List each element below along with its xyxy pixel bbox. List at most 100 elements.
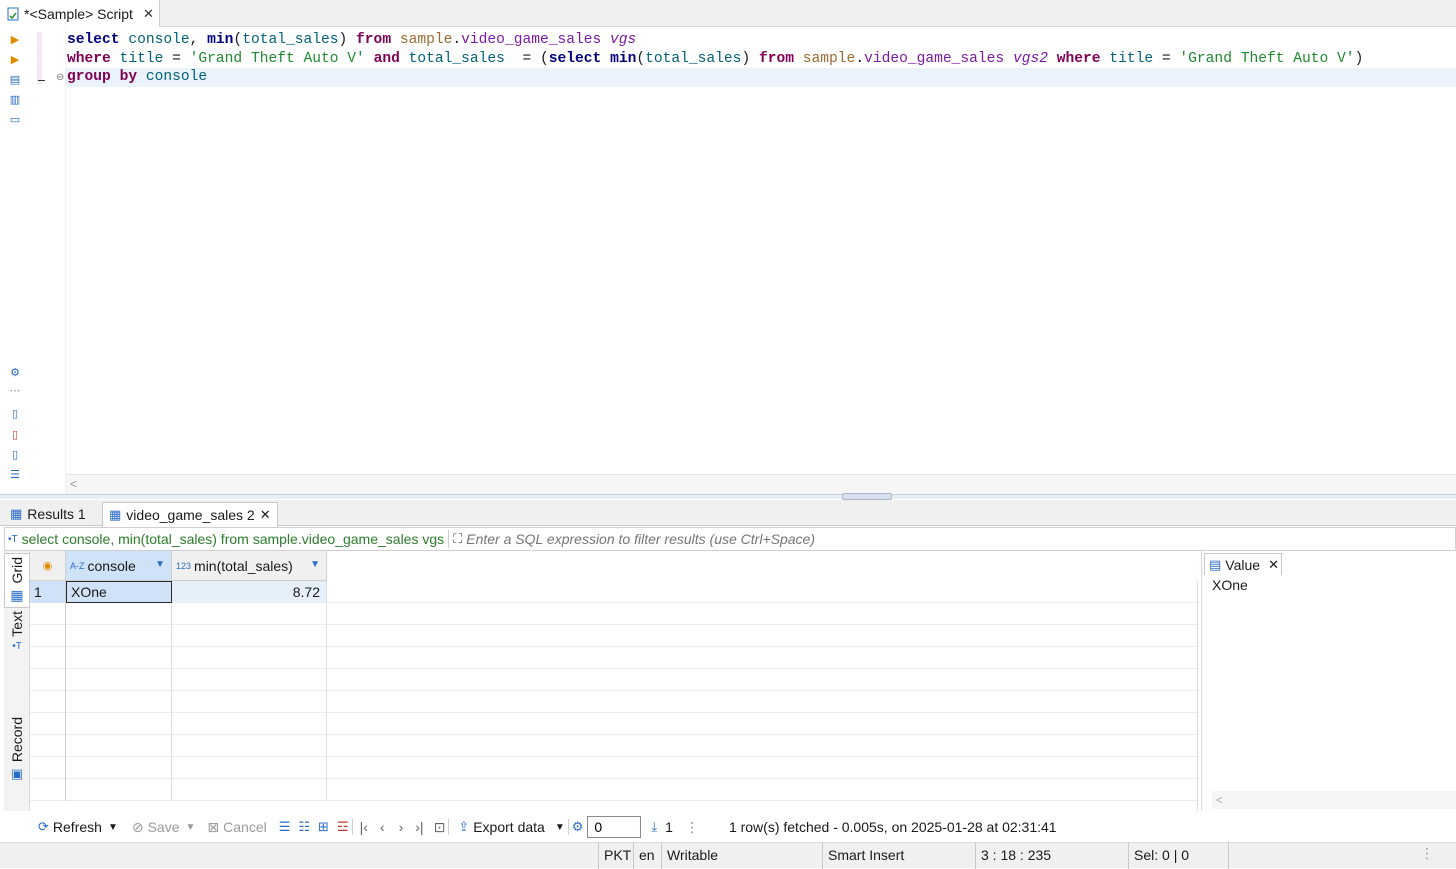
cancel-button[interactable]: ⊠ Cancel — [201, 819, 272, 836]
cancel-icon: ⊠ — [207, 818, 220, 835]
next-page-icon[interactable]: › — [399, 819, 404, 835]
code-token: . — [452, 32, 462, 48]
status-bar: PKT en Writable Smart Insert 3 : 18 : 23… — [0, 842, 1456, 869]
sql-editor[interactable]: select console, min(total_sales) from sa… — [66, 27, 1456, 474]
tab-value[interactable]: ▤ Value ✕ — [1204, 553, 1282, 575]
code-token: where — [1056, 50, 1101, 67]
line-number-gutter — [30, 27, 66, 494]
filter-input[interactable] — [466, 531, 1367, 547]
tab-results-1[interactable]: ▦ Results 1 — [4, 502, 92, 526]
code-token: video_game_sales — [864, 50, 1005, 67]
row-number — [30, 647, 66, 669]
divider — [1228, 843, 1234, 869]
script-error-icon[interactable]: ▯ — [8, 427, 22, 441]
empty-cell — [172, 757, 327, 779]
divider — [448, 819, 450, 835]
code-token: sample — [802, 50, 856, 67]
filter-dropdown-icon[interactable]: ▼ — [310, 559, 320, 570]
column-header-console[interactable]: A-Z console ▼ — [66, 551, 172, 581]
previous-page-icon[interactable]: ‹ — [380, 819, 385, 835]
number-type-icon: 123 — [176, 560, 192, 571]
code-token: ( — [636, 50, 646, 67]
table-row[interactable]: 1 XOne 8.72 — [30, 581, 1199, 603]
cell-min-total-sales[interactable]: 8.72 — [172, 581, 327, 603]
empty-cell — [66, 625, 172, 647]
editor-horizontal-scrollbar[interactable]: < — [66, 474, 1456, 494]
row-number — [30, 625, 66, 647]
resize-grip-icon[interactable]: ⋮ — [1420, 845, 1434, 862]
execute-in-new-tab-icon[interactable]: ▶ — [8, 52, 22, 66]
cursor-line-marker — [38, 80, 45, 81]
result-limit-input[interactable] — [587, 816, 642, 838]
select-all-corner[interactable]: ◉ — [30, 551, 66, 581]
locale-indicator: en — [633, 843, 655, 869]
copy-row-icon[interactable]: ⊞ — [318, 819, 329, 835]
value-horizontal-scrollbar[interactable]: < — [1212, 791, 1456, 809]
empty-row — [30, 625, 1199, 647]
grid-header: ◉ A-Z console ▼ 123 min(total_sales) ▼ — [30, 551, 328, 581]
fold-icon[interactable]: ⊖ — [56, 72, 64, 83]
column-name: min(total_sales) — [194, 557, 293, 574]
results-toolbar: ⟳ Refresh ▼ ⊘ Save ▼ ⊠ Cancel ☰ ☷ ⊞ ☲ |‹… — [30, 813, 1456, 841]
editor-tab-script[interactable]: *<Sample> Script ✕ — [0, 0, 160, 27]
tab-video-game-sales-2[interactable]: ▦ video_game_sales 2 ✕ — [102, 502, 278, 527]
empty-cell — [66, 779, 172, 801]
editor-tab-title: *<Sample> Script — [24, 5, 133, 22]
close-icon[interactable]: ✕ — [260, 507, 271, 523]
code-token: by — [119, 69, 138, 85]
code-token: total_sales — [242, 32, 339, 48]
more-icon[interactable]: ⋮ — [685, 819, 699, 836]
settings-icon[interactable]: ⚙ — [572, 819, 584, 835]
check-circle-icon: ⊘ — [131, 818, 144, 835]
close-icon[interactable]: ✕ — [1268, 557, 1279, 573]
script-variables-icon[interactable]: ▯ — [8, 447, 22, 461]
first-page-icon[interactable]: |‹ — [360, 819, 368, 835]
export-data-button[interactable]: ⇪ Export data — [452, 819, 551, 835]
panel-splitter[interactable] — [0, 494, 1456, 499]
close-icon[interactable]: ✕ — [143, 6, 154, 22]
save-dropdown-icon[interactable]: ▼ — [186, 822, 196, 833]
results-grid[interactable]: ◉ A-Z console ▼ 123 min(total_sales) ▼ 1… — [30, 551, 1199, 811]
new-script-icon[interactable]: ▯ — [8, 406, 22, 420]
divider — [351, 819, 353, 835]
execute-script-icon[interactable]: ▤ — [8, 72, 22, 86]
refresh-button[interactable]: ⟳ Refresh — [30, 819, 108, 835]
tab-text[interactable]: Text •T — [4, 611, 30, 652]
empty-cell — [172, 603, 327, 625]
code-token: from — [356, 32, 392, 48]
empty-row — [30, 691, 1199, 713]
delete-row-icon[interactable]: ☲ — [337, 819, 349, 835]
splitter-toggle-handle[interactable] — [842, 493, 892, 500]
query-text: select console, min(total_sales) from sa… — [21, 531, 445, 547]
code-token: and — [373, 50, 400, 67]
value-tab-label: Value — [1225, 556, 1261, 573]
insert-mode: Smart Insert — [822, 843, 904, 869]
edit-row-icon[interactable]: ☰ — [279, 819, 291, 835]
filter-dropdown-icon[interactable]: ▼ — [155, 559, 165, 570]
cell-value-text[interactable]: XOne — [1212, 577, 1248, 593]
save-button[interactable]: ⊘ Save — [126, 819, 186, 836]
cell-console[interactable]: XOne — [66, 581, 172, 603]
refresh-icon: ⟳ — [38, 819, 49, 834]
tab-record[interactable]: Record ▣ — [4, 717, 30, 782]
execute-script-new-tab-icon[interactable]: ▥ — [8, 92, 22, 106]
explain-plan-icon[interactable]: ▭ — [8, 112, 22, 126]
settings-icon[interactable]: ⚙ — [8, 365, 22, 379]
empty-cell — [172, 735, 327, 757]
expand-icon[interactable]: ⛶ — [453, 531, 462, 547]
fetch-all-icon[interactable]: ⊡ — [434, 819, 446, 836]
row-number[interactable]: 1 — [30, 581, 66, 603]
add-row-icon[interactable]: ☷ — [298, 819, 310, 835]
tab-grid[interactable]: Grid ▦ — [4, 553, 30, 609]
last-page-icon[interactable]: ›| — [415, 819, 423, 835]
outline-icon[interactable]: ☰ — [8, 467, 22, 481]
results-filter-bar: •T select console, min(total_sales) from… — [4, 527, 1456, 551]
empty-cell — [172, 713, 327, 735]
column-header-min-total-sales[interactable]: 123 min(total_sales) ▼ — [172, 551, 327, 581]
refresh-dropdown-icon[interactable]: ▼ — [108, 822, 118, 833]
row-number — [30, 691, 66, 713]
more-icon[interactable]: ⋯ — [8, 383, 22, 397]
execute-statement-icon[interactable]: ▶ — [8, 32, 22, 46]
export-dropdown-icon[interactable]: ▼ — [555, 822, 565, 833]
